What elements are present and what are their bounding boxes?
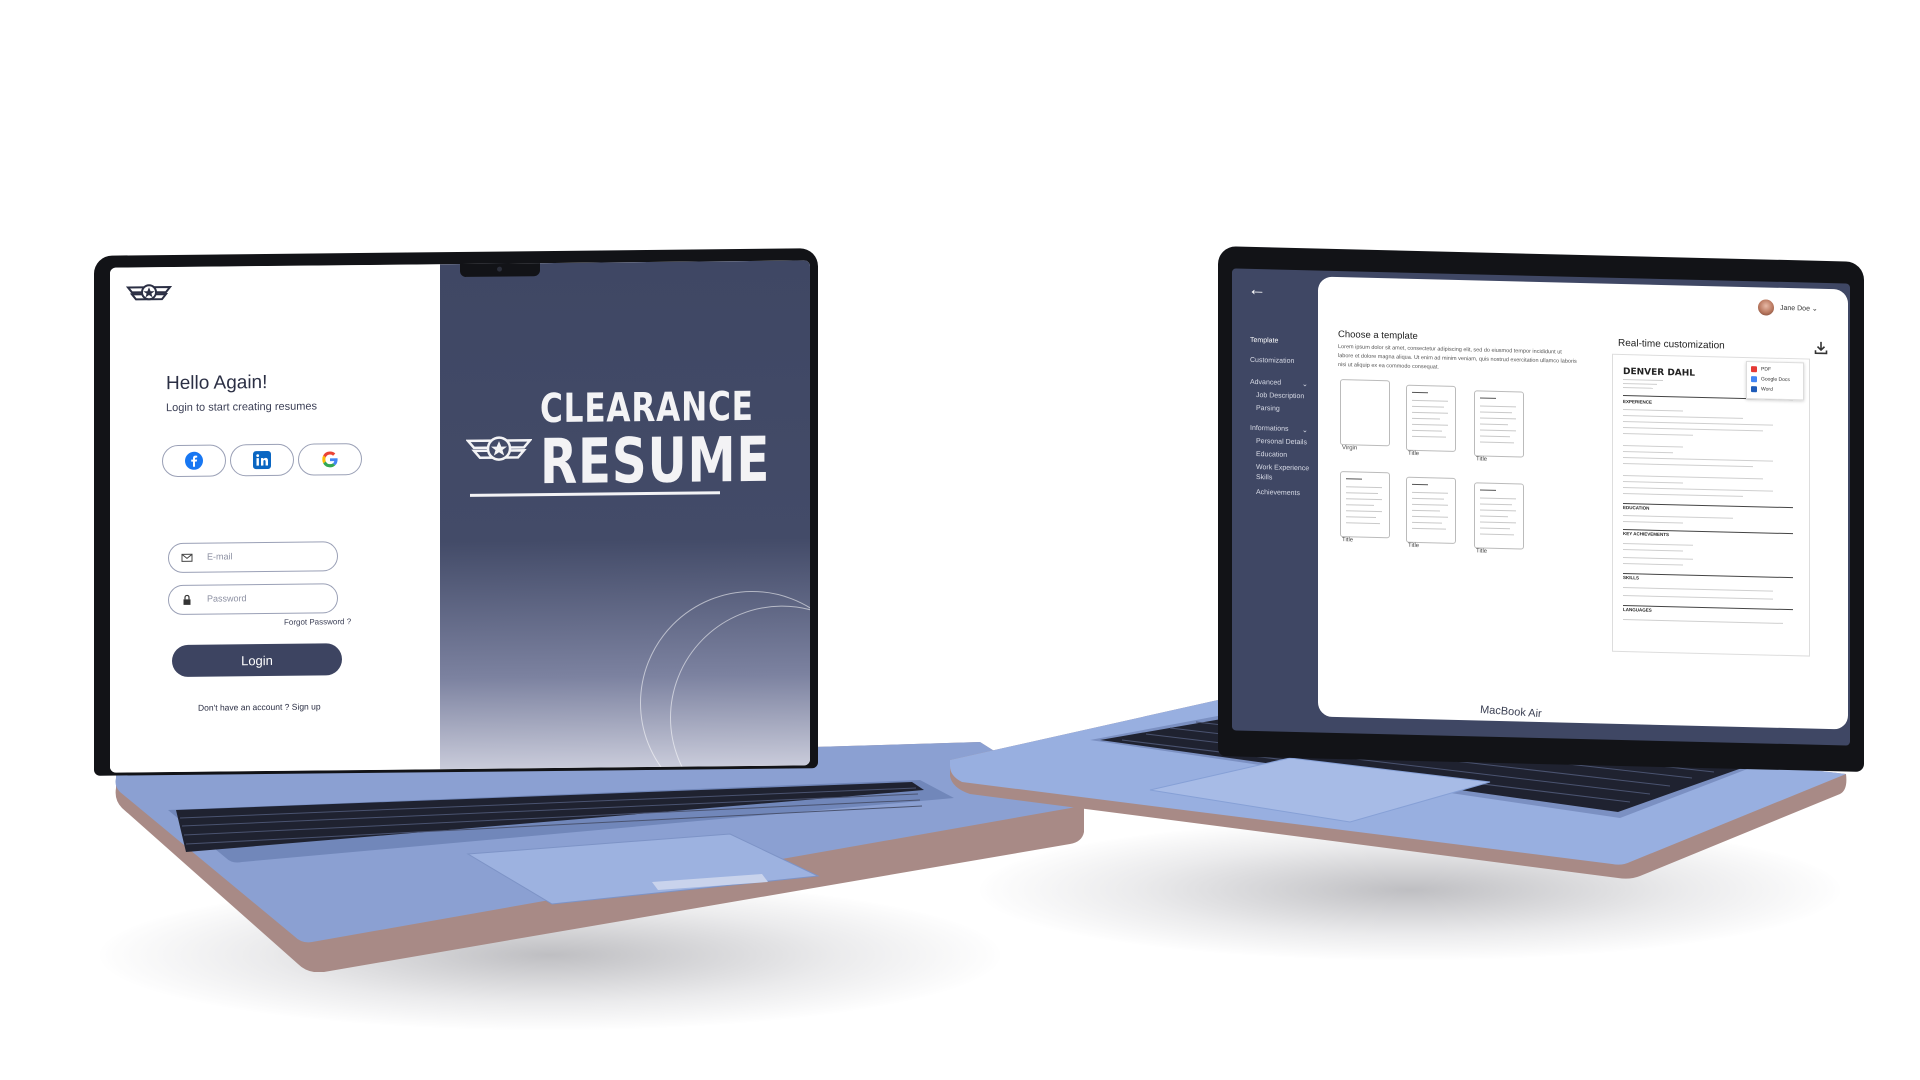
template-label: Title (1476, 548, 1488, 555)
clearance-logo-icon (126, 284, 172, 301)
pdf-icon (1751, 366, 1757, 373)
sidebar-item-personal-details[interactable]: Personal Details (1256, 438, 1307, 446)
sidebar-item-informations[interactable]: Informations (1250, 425, 1289, 433)
google-docs-icon (1751, 376, 1757, 383)
chevron-down-icon[interactable]: ⌄ (1302, 380, 1308, 388)
user-name: Jane Doe (1780, 304, 1810, 313)
template-label: Virgin (1342, 445, 1358, 452)
login-subtitle: Login to start creating resumes (166, 400, 318, 415)
template-card[interactable] (1340, 471, 1390, 539)
template-label: Title (1476, 456, 1488, 463)
mail-icon (181, 553, 193, 562)
choose-template-heading: Choose a template (1338, 329, 1418, 342)
sidebar-item-job-description[interactable]: Job Description (1256, 392, 1304, 400)
sidebar-item-skills[interactable]: Skills (1256, 474, 1272, 481)
resume-name: DENVER DAHL (1623, 367, 1696, 379)
template-card[interactable] (1474, 390, 1524, 458)
template-card[interactable] (1406, 384, 1456, 452)
avatar[interactable] (1758, 299, 1774, 316)
sidebar-item-template[interactable]: Template (1250, 337, 1278, 345)
left-laptop-screen: Hello Again! Login to start creating res… (110, 260, 810, 773)
login-button[interactable]: Login (172, 643, 342, 678)
password-field[interactable]: Password (168, 583, 338, 616)
forgot-password-link[interactable]: Forgot Password ? (284, 617, 351, 627)
back-arrow-icon[interactable]: ← (1248, 279, 1266, 300)
brand-title: CLEARANCE RESUME (540, 384, 810, 499)
template-label: Title (1408, 542, 1420, 550)
sidebar-item-achievements[interactable]: Achievements (1256, 489, 1300, 497)
resume-section-heading: LANGUAGES (1623, 607, 1652, 613)
template-label: Title (1342, 537, 1354, 544)
template-label: Title (1408, 450, 1420, 458)
word-icon (1751, 386, 1757, 393)
lock-icon (183, 594, 191, 605)
user-menu[interactable]: Jane Doe ⌄ (1780, 304, 1818, 313)
resume-section-heading: EXPERIENCE (1623, 399, 1653, 405)
choose-template-description: Lorem ipsum dolor sit amet, consectetur … (1338, 344, 1577, 371)
template-card-virgin[interactable] (1340, 379, 1390, 447)
resume-section-heading: EDUCATION (1623, 505, 1650, 511)
sidebar-item-education[interactable]: Education (1256, 451, 1287, 459)
export-pdf[interactable]: PDF (1761, 366, 1771, 372)
email-field[interactable]: E-mail (168, 541, 338, 574)
export-menu: PDF Google Docs Word (1746, 361, 1804, 401)
email-placeholder: E-mail (207, 551, 233, 562)
brand-title-line2: RESUME (540, 422, 771, 499)
clearance-emblem-icon (466, 436, 532, 461)
google-icon (322, 451, 338, 468)
export-google-docs[interactable]: Google Docs (1761, 376, 1790, 383)
resume-section-heading: SKILLS (1623, 575, 1640, 581)
camera-notch (460, 262, 540, 277)
signup-link[interactable]: Don't have an account ? Sign up (198, 701, 321, 712)
sidebar-item-advanced[interactable]: Advanced (1250, 379, 1281, 387)
template-card[interactable] (1474, 482, 1524, 550)
right-laptop-screen: ← Template Customization Advanced ⌄ Job … (1232, 268, 1850, 746)
linkedin-icon (253, 451, 271, 470)
template-card[interactable] (1406, 476, 1456, 544)
download-icon[interactable] (1814, 341, 1828, 355)
left-laptop-base (115, 742, 1084, 972)
sidebar-item-customization[interactable]: Customization (1250, 357, 1294, 365)
google-login-button[interactable] (298, 443, 362, 476)
export-word[interactable]: Word (1761, 386, 1773, 392)
realtime-customization-heading: Real-time customization (1618, 337, 1725, 352)
linkedin-login-button[interactable] (230, 443, 294, 477)
sidebar-item-parsing[interactable]: Parsing (1256, 405, 1280, 413)
facebook-login-button[interactable] (162, 444, 226, 478)
sidebar-item-work-experience[interactable]: Work Experience (1256, 464, 1309, 472)
login-pane: Hello Again! Login to start creating res… (110, 264, 440, 773)
facebook-icon (185, 451, 203, 470)
password-placeholder: Password (207, 593, 247, 604)
chevron-down-icon[interactable]: ⌄ (1302, 426, 1308, 434)
greeting-heading: Hello Again! (166, 372, 268, 395)
resume-section-heading: KEY ACHIEVEMENTS (1623, 531, 1670, 538)
main-panel: Jane Doe ⌄ Choose a template Lorem ipsum… (1318, 276, 1848, 730)
brand-pane: CLEARANCE RESUME (440, 260, 810, 770)
